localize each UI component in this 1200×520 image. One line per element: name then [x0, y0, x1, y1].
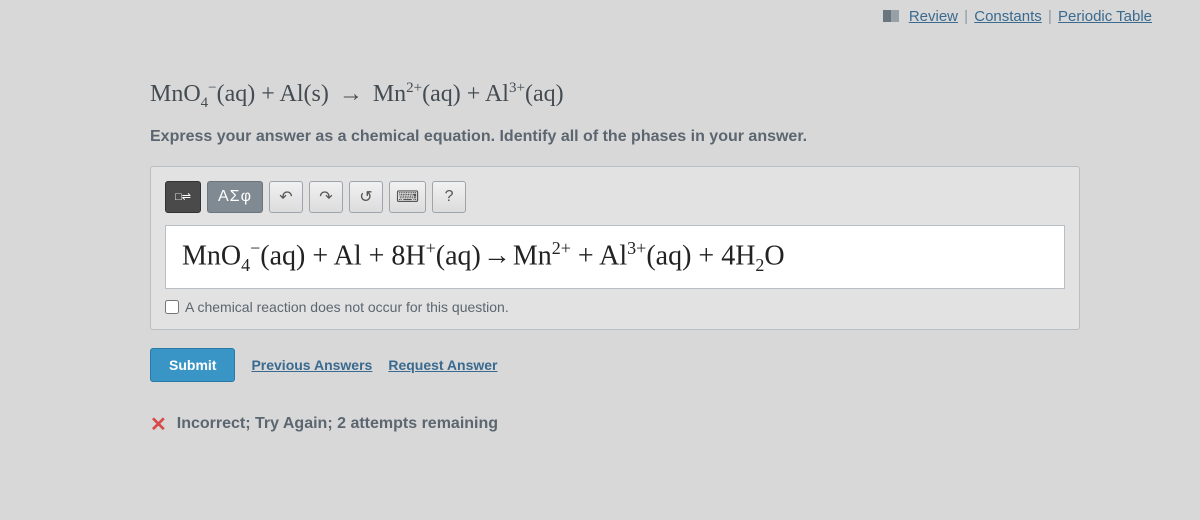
undo-icon: ↶: [279, 187, 292, 207]
arrow-icon: →: [483, 240, 511, 271]
eq-text: (aq) + Al(s): [217, 81, 335, 107]
previous-answers-link[interactable]: Previous Answers: [251, 357, 372, 373]
ans-sup: −: [250, 238, 260, 258]
ans-sup: +: [426, 238, 436, 258]
no-reaction-row: A chemical reaction does not occur for t…: [165, 299, 1065, 315]
greek-button[interactable]: ΑΣφ: [207, 181, 263, 213]
help-button[interactable]: ?: [432, 181, 466, 213]
eq-text: (aq) + Al: [422, 81, 509, 107]
button-row: Submit Previous Answers Request Answer: [150, 348, 1150, 382]
keyboard-button[interactable]: ⌨: [389, 181, 426, 213]
arrow-icon: →: [339, 81, 363, 107]
ans-text: MnO: [182, 240, 241, 271]
answer-box: □⇌ ΑΣφ ↶ ↷ ↺ ⌨ ? MnO4−(aq) + Al + 8H+(aq…: [150, 166, 1080, 330]
redo-icon: ↷: [319, 187, 332, 207]
templates-button[interactable]: □⇌: [165, 181, 201, 213]
incorrect-icon: ✕: [150, 412, 167, 437]
instruction-text: Express your answer as a chemical equati…: [150, 128, 1150, 146]
templates-icon: □⇌: [175, 190, 191, 203]
ans-text: Mn: [513, 240, 552, 271]
eq-sup: −: [208, 80, 216, 96]
prompt-equation: MnO4−(aq) + Al(s) → Mn2+(aq) + Al3+(aq): [150, 80, 1150, 112]
separator: |: [964, 8, 968, 25]
eq-sup: 3+: [509, 80, 525, 96]
eq-text: Mn: [367, 81, 406, 107]
greek-label: ΑΣφ: [218, 188, 252, 206]
ans-text: O: [764, 240, 784, 271]
eq-text: MnO: [150, 81, 201, 107]
periodic-table-link[interactable]: Periodic Table: [1058, 8, 1152, 25]
no-reaction-label: A chemical reaction does not occur for t…: [185, 299, 509, 315]
help-icon: ?: [445, 188, 454, 206]
ans-sup: 2+: [552, 238, 571, 258]
constants-link[interactable]: Constants: [974, 8, 1042, 25]
redo-button[interactable]: ↷: [309, 181, 343, 213]
feedback-message: ✕ Incorrect; Try Again; 2 attempts remai…: [150, 412, 1150, 437]
ans-text: (aq): [436, 240, 481, 271]
reset-button[interactable]: ↺: [349, 181, 383, 213]
request-answer-link[interactable]: Request Answer: [388, 357, 497, 373]
ans-sub: 4: [241, 255, 250, 275]
flag-icon: [883, 9, 899, 26]
submit-button[interactable]: Submit: [150, 348, 235, 382]
eq-text: (aq): [525, 81, 564, 107]
ans-text: + Al: [571, 240, 627, 271]
keyboard-icon: ⌨: [396, 187, 419, 207]
question-content: MnO4−(aq) + Al(s) → Mn2+(aq) + Al3+(aq) …: [150, 80, 1150, 437]
separator: |: [1048, 8, 1052, 25]
header-links: Review | Constants | Periodic Table: [883, 8, 1152, 26]
ans-text: (aq) + 4H: [646, 240, 755, 271]
no-reaction-checkbox[interactable]: [165, 300, 179, 314]
ans-text: (aq) + Al + 8H: [260, 240, 425, 271]
ans-sup: 3+: [627, 238, 646, 258]
eq-sup: 2+: [406, 80, 422, 96]
feedback-text: Incorrect; Try Again; 2 attempts remaini…: [177, 415, 498, 433]
eq-sub: 4: [201, 95, 209, 111]
equation-toolbar: □⇌ ΑΣφ ↶ ↷ ↺ ⌨ ?: [165, 181, 1065, 213]
undo-button[interactable]: ↶: [269, 181, 303, 213]
reset-icon: ↺: [359, 187, 372, 207]
review-link[interactable]: Review: [909, 8, 958, 25]
equation-input[interactable]: MnO4−(aq) + Al + 8H+(aq)→Mn2+ + Al3+(aq)…: [165, 225, 1065, 289]
